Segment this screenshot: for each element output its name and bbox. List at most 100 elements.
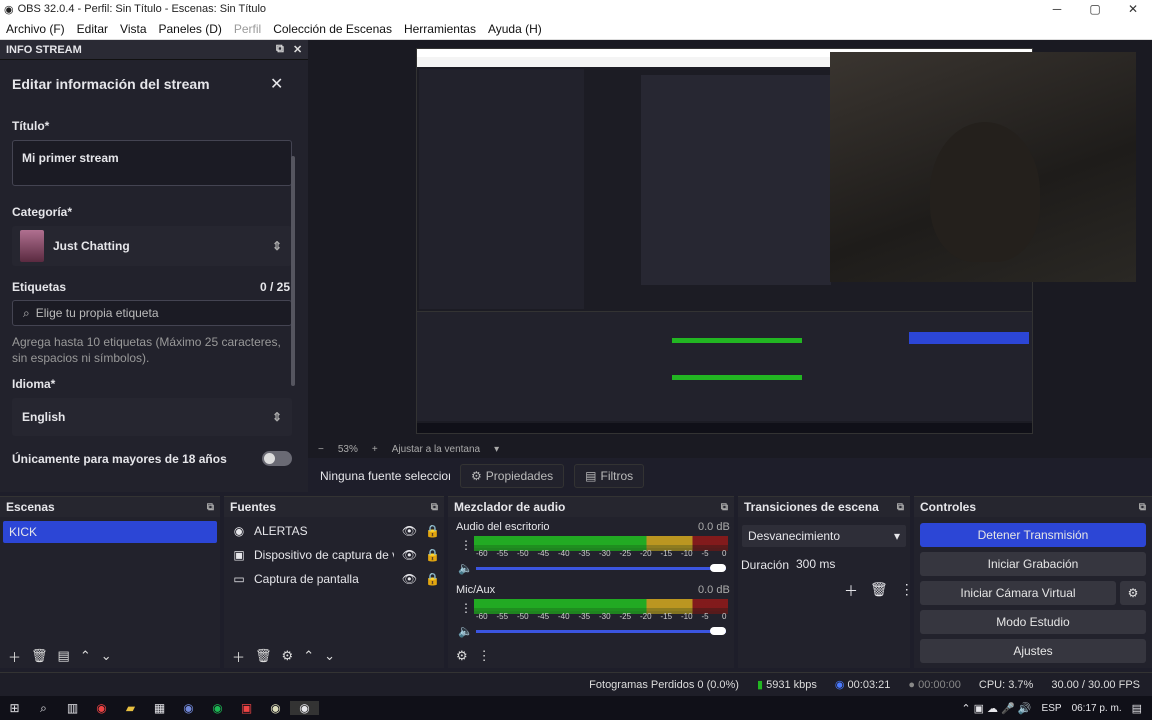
fit-window[interactable]: Ajustar a la ventana [392, 444, 480, 455]
chrome-icon[interactable]: ◉ [87, 701, 116, 715]
more-icon[interactable]: ⋮ [460, 601, 472, 615]
zoom-out-icon[interactable]: − [318, 444, 324, 455]
duration-input[interactable]: 300 ms [790, 553, 906, 575]
add-icon[interactable]: ＋ [8, 647, 21, 666]
source-item[interactable]: ◉ ALERTAS 👁 🔒 [232, 524, 440, 538]
start-recording-button[interactable]: Iniciar Grabación [920, 552, 1146, 576]
trash-icon[interactable]: 🗑 [870, 581, 888, 601]
dock-close-icon[interactable]: ✕ [293, 43, 302, 56]
down-icon[interactable]: ⌄ [101, 648, 112, 664]
vivaldi-icon[interactable]: ▣ [232, 701, 261, 715]
lock-icon[interactable]: 🔒 [425, 548, 440, 562]
menu-paneles[interactable]: Paneles (D) [153, 22, 228, 36]
search-icon[interactable]: ⌕ [29, 701, 58, 716]
volume-slider[interactable] [476, 630, 726, 633]
maximize-icon[interactable]: ▢ [1076, 0, 1114, 18]
transition-value: Desvanecimiento [748, 529, 841, 543]
float-icon[interactable]: ⧉ [431, 502, 438, 513]
lang-indicator[interactable]: ESP [1042, 703, 1062, 714]
float-icon[interactable]: ⧉ [1139, 502, 1146, 513]
minimize-icon[interactable]: ─ [1038, 0, 1076, 18]
discord-icon[interactable]: ◉ [174, 701, 203, 715]
store-icon[interactable]: ▦ [145, 701, 174, 715]
eye-icon[interactable]: 👁 [402, 548, 417, 562]
menu-coleccion[interactable]: Colección de Escenas [267, 22, 398, 36]
close-icon[interactable]: ✕ [270, 74, 283, 94]
float-icon[interactable]: ⧉ [207, 502, 214, 513]
window-titlebar: ◉ OBS 32.0.4 - Perfil: Sin Título - Esce… [0, 0, 1152, 18]
scene-item-kick[interactable]: KICK [3, 521, 217, 543]
eye-icon[interactable]: 👁 [402, 524, 417, 538]
studio-mode-button[interactable]: Modo Estudio [920, 610, 1146, 634]
up-icon[interactable]: ⌃ [80, 648, 91, 664]
menu-perfil[interactable]: Perfil [228, 22, 267, 36]
zoom-in-icon[interactable]: + [372, 444, 378, 455]
dock-header: INFO STREAM ⧉ ✕ [0, 40, 308, 60]
down-icon[interactable]: ⌄ [324, 648, 335, 664]
source-item[interactable]: ▭ Captura de pantalla 👁 🔒 [232, 572, 440, 586]
scrollbar[interactable] [291, 156, 295, 386]
float-icon[interactable]: ⧉ [276, 43, 284, 56]
eye-icon[interactable]: 👁 [402, 572, 417, 586]
volume-knob[interactable] [710, 627, 726, 635]
volume-knob[interactable] [710, 564, 726, 572]
gear-icon[interactable]: ⚙ [456, 648, 468, 664]
more-icon[interactable]: ⋮ [900, 581, 914, 601]
float-icon[interactable]: ⧉ [897, 502, 904, 513]
stream-info-dock: INFO STREAM ⧉ ✕ Editar información del s… [0, 40, 308, 492]
task-view-icon[interactable]: ▥ [58, 701, 87, 715]
settings-button[interactable]: Ajustes [920, 639, 1146, 663]
chrome-icon[interactable]: ◉ [261, 701, 290, 715]
menu-vista[interactable]: Vista [114, 22, 152, 36]
notifications-icon[interactable]: ▤ [1132, 702, 1142, 715]
menu-editar[interactable]: Editar [71, 22, 114, 36]
obs-icon[interactable]: ◉ [290, 701, 319, 715]
sources-footer: ＋ 🗑 ⚙ ⌃ ⌄ [224, 644, 444, 668]
source-item[interactable]: ▣ Dispositivo de captura de video 👁 🔒 [232, 548, 440, 562]
trash-icon[interactable]: 🗑 [255, 648, 272, 664]
virtual-camera-button[interactable]: Iniciar Cámara Virtual [920, 581, 1116, 605]
mixer-scale-tick: -5 [701, 612, 709, 621]
speaker-icon[interactable]: 🔈 [458, 624, 473, 638]
menu-archivo[interactable]: Archivo (F) [0, 22, 71, 36]
spotify-icon[interactable]: ◉ [203, 701, 232, 715]
lock-icon[interactable]: 🔒 [425, 524, 440, 538]
stop-stream-button[interactable]: Detener Transmisión [920, 523, 1146, 547]
filter-icon: ▤ [585, 469, 597, 483]
mixer-footer: ⚙ ⋮ [448, 644, 734, 668]
filter-icon[interactable]: ▤ [58, 648, 70, 664]
tray-icons[interactable]: ⌃ ▣ ☁ 🎤 🔊 [961, 702, 1031, 715]
speaker-icon[interactable]: 🔈 [458, 561, 473, 575]
trash-icon[interactable]: 🗑 [31, 648, 48, 664]
folder-icon[interactable]: ▰ [116, 701, 145, 715]
lock-icon[interactable]: 🔒 [425, 572, 440, 586]
menu-herramientas[interactable]: Herramientas [398, 22, 482, 36]
title-label: Título* [12, 119, 50, 133]
transition-select[interactable]: Desvanecimiento ▾ [742, 525, 906, 547]
up-icon[interactable]: ⌃ [303, 648, 314, 664]
float-icon[interactable]: ⧉ [721, 502, 728, 513]
gear-icon[interactable]: ⚙ [282, 648, 294, 664]
more-icon[interactable]: ⋮ [460, 538, 472, 552]
gear-icon[interactable]: ⚙ [1120, 581, 1146, 605]
clock[interactable]: 06:17 p. m. [1072, 703, 1122, 714]
category-select[interactable]: Just Chatting ⇕ [12, 226, 292, 266]
close-icon[interactable]: ✕ [1114, 0, 1152, 18]
chevron-down-icon[interactable]: ▾ [494, 444, 499, 455]
language-select[interactable]: English ⇕ [12, 398, 292, 436]
filters-button[interactable]: ▤ Filtros [574, 464, 645, 488]
add-icon[interactable]: ＋ [232, 647, 245, 666]
menu-ayuda[interactable]: Ayuda (H) [482, 22, 548, 36]
volume-slider[interactable] [476, 567, 726, 570]
windows-start-icon[interactable]: ⊞ [0, 701, 29, 715]
properties-button[interactable]: ⚙ Propiedades [460, 464, 565, 488]
stream-heading: Editar información del stream [12, 76, 210, 92]
more-icon[interactable]: ⋮ [478, 648, 491, 664]
add-icon[interactable]: ＋ [844, 581, 858, 601]
properties-label: Propiedades [485, 469, 554, 483]
mixer-scale-tick: -25 [619, 612, 632, 621]
controls-header: Controles ⧉ [914, 497, 1152, 517]
title-input[interactable]: Mi primer stream [12, 140, 292, 186]
tags-input[interactable]: ⌕ Elige tu propia etiqueta [12, 300, 292, 326]
adult-toggle[interactable] [262, 451, 292, 466]
